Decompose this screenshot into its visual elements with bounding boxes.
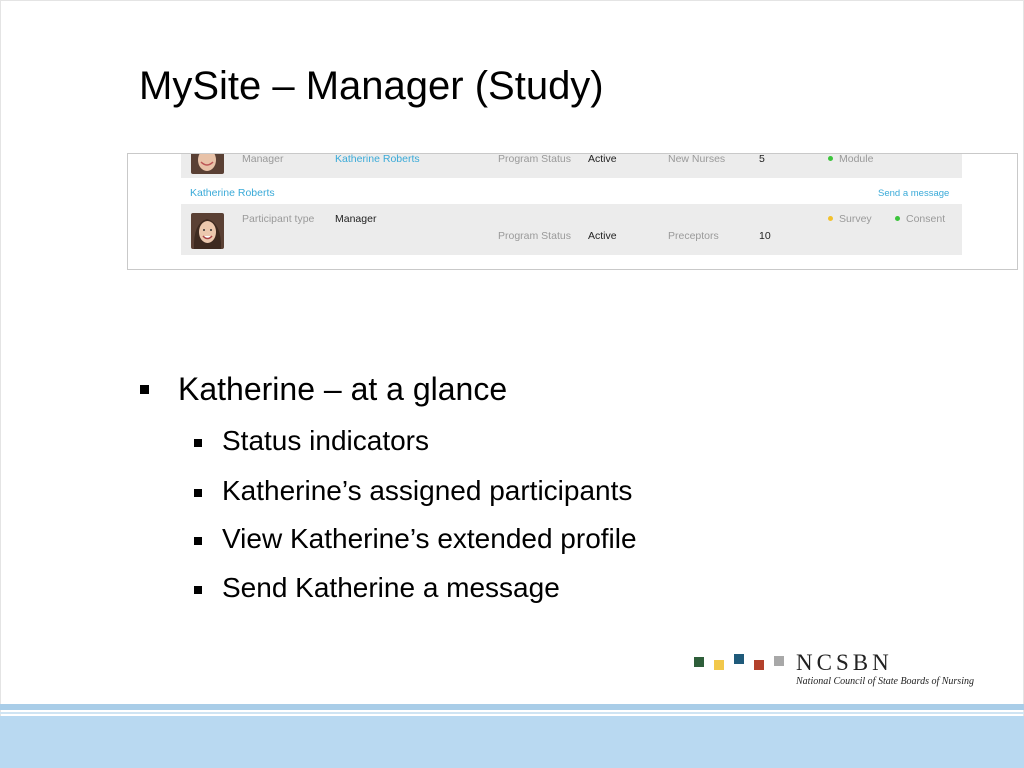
bullet-square-icon bbox=[140, 385, 149, 394]
program-status-value: Active bbox=[588, 230, 617, 242]
slide-title: MySite – Manager (Study) bbox=[139, 64, 604, 108]
bullet-sub-text: Katherine’s assigned participants bbox=[222, 475, 633, 506]
profile-link[interactable]: Katherine Roberts bbox=[190, 187, 275, 199]
bullet-square-icon bbox=[194, 489, 202, 497]
module-indicator-label: Module bbox=[839, 153, 874, 165]
avatar bbox=[191, 213, 224, 249]
module-indicator[interactable]: Module bbox=[828, 153, 874, 165]
preceptors-count: 10 bbox=[759, 230, 771, 242]
mysite-screenshot: Manager Katherine Roberts Program Status… bbox=[127, 153, 1018, 270]
bullet-square-icon bbox=[194, 586, 202, 594]
logo-square-icon bbox=[754, 660, 764, 670]
preceptors-label: Preceptors bbox=[668, 230, 719, 242]
bullet-sub-text: View Katherine’s extended profile bbox=[222, 523, 637, 554]
status-dot-icon bbox=[828, 216, 833, 221]
footer-stripe bbox=[0, 712, 1024, 714]
consent-indicator-label: Consent bbox=[906, 213, 946, 225]
send-message-link[interactable]: Send a message bbox=[878, 188, 949, 200]
program-status-label: Program Status bbox=[498, 153, 571, 165]
participant-row-top: Manager Katherine Roberts Program Status… bbox=[181, 153, 962, 178]
program-status-label: Program Status bbox=[498, 230, 571, 242]
new-nurses-count: 5 bbox=[759, 153, 765, 165]
logo-square-icon bbox=[694, 657, 704, 667]
bullet-sub-text: Send Katherine a message bbox=[222, 572, 560, 603]
participant-type-label: Participant type bbox=[242, 213, 315, 225]
participant-type-value: Manager bbox=[335, 213, 377, 225]
footer-stripe bbox=[0, 704, 1024, 710]
manager-link[interactable]: Katherine Roberts bbox=[335, 154, 420, 165]
bullet-main-text: Katherine – at a glance bbox=[178, 371, 508, 407]
participant-type-value: Manager bbox=[242, 153, 284, 165]
logo-square-icon bbox=[774, 656, 784, 666]
bullet-square-icon bbox=[194, 439, 202, 447]
status-dot-icon bbox=[828, 156, 833, 161]
logo-square-icon bbox=[734, 654, 744, 664]
participant-row: Participant type Manager Program Status … bbox=[181, 204, 962, 255]
logo-subtitle: National Council of State Boards of Nurs… bbox=[796, 676, 974, 687]
bullet-square-icon bbox=[194, 537, 202, 545]
status-dot-icon bbox=[895, 216, 900, 221]
program-status-value: Active bbox=[588, 153, 617, 165]
bullet-sub-text: Status indicators bbox=[222, 425, 429, 456]
logo-name: NCSBN bbox=[796, 650, 893, 675]
logo-square-icon bbox=[714, 660, 724, 670]
consent-indicator[interactable]: Consent bbox=[895, 213, 945, 225]
footer-band bbox=[0, 716, 1024, 768]
survey-indicator-label: Survey bbox=[839, 213, 872, 225]
avatar bbox=[191, 154, 224, 174]
new-nurses-label: New Nurses bbox=[668, 153, 726, 165]
survey-indicator[interactable]: Survey bbox=[828, 213, 872, 225]
